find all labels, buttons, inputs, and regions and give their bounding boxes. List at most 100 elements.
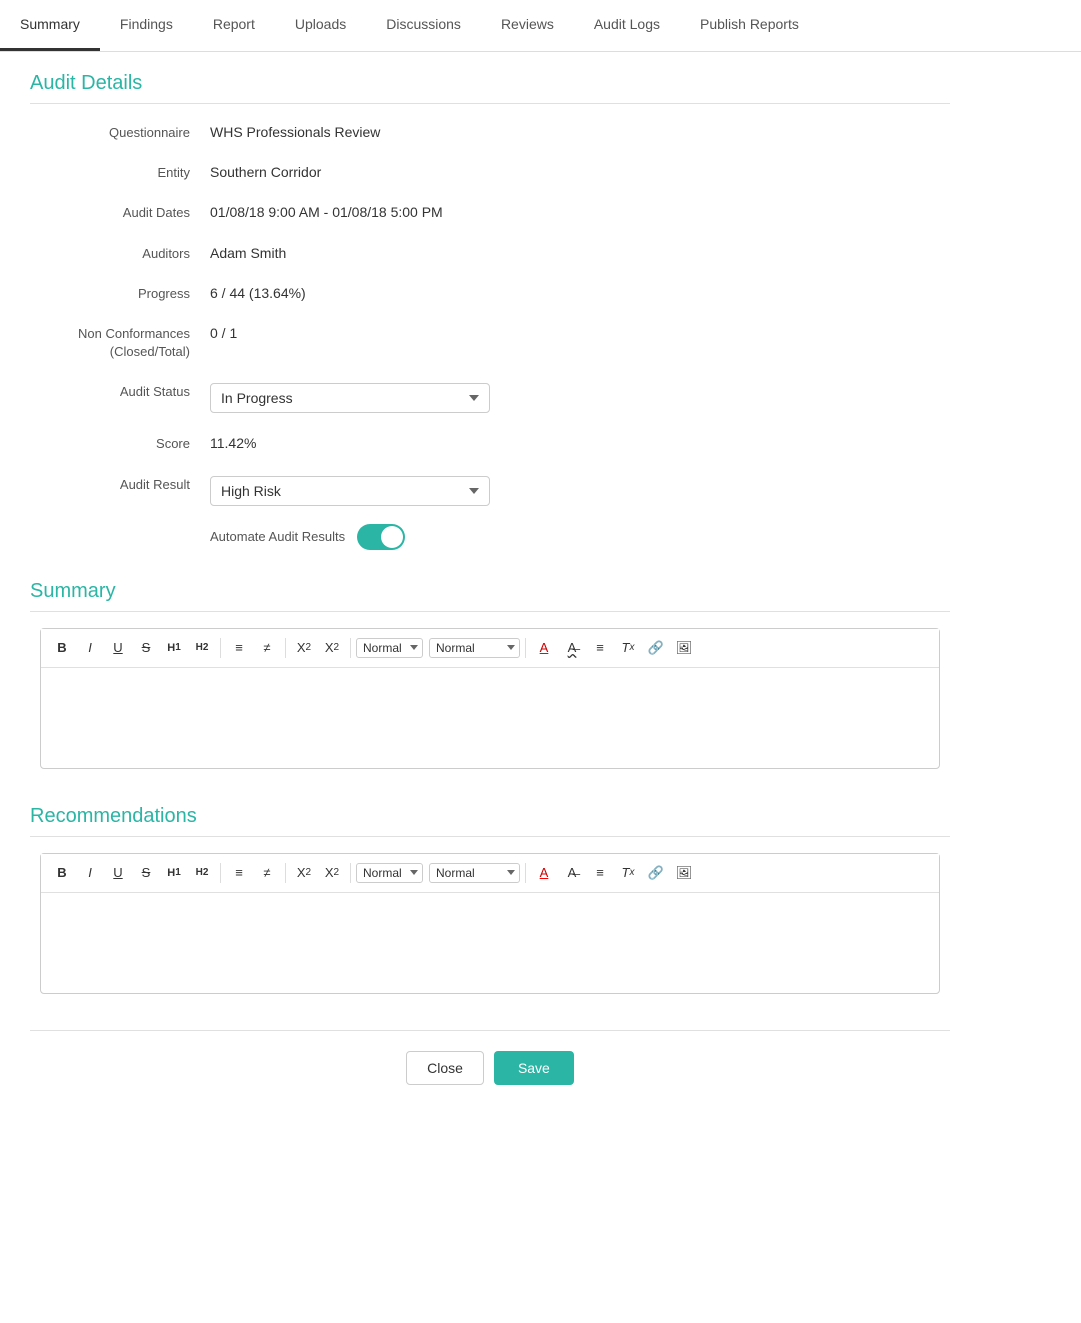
align-button[interactable]: ≡ (587, 635, 613, 661)
font-family-select[interactable]: Normal Serif Monospace (429, 638, 520, 658)
strikethrough-button[interactable]: S (133, 635, 159, 661)
sep1 (220, 638, 221, 658)
recommendations-section: Recommendations B I U S H1 H2 ≡ ≠ X2 X2 … (30, 805, 950, 994)
rec-strikethrough-button[interactable]: S (133, 860, 159, 886)
underline-button[interactable]: U (105, 635, 131, 661)
field-auditors: Auditors Adam Smith (30, 241, 950, 263)
field-audit-status: Audit Status In Progress Completed Pendi… (30, 379, 950, 413)
field-non-conformances: Non Conformances(Closed/Total) 0 / 1 (30, 321, 950, 361)
field-audit-dates: Audit Dates 01/08/18 9:00 AM - 01/08/18 … (30, 200, 950, 222)
ordered-list-button[interactable]: ≡ (226, 635, 252, 661)
clear-format-button[interactable]: Tx (615, 635, 641, 661)
rec-font-size-select[interactable]: Normal Small Large (356, 863, 423, 883)
sep3 (350, 638, 351, 658)
rec-clear-format-button[interactable]: Tx (615, 860, 641, 886)
summary-editor: B I U S H1 H2 ≡ ≠ X2 X2 Normal Small Lar… (40, 628, 940, 769)
footer: Close Save (30, 1030, 950, 1105)
field-entity: Entity Southern Corridor (30, 160, 950, 182)
italic-button[interactable]: I (77, 635, 103, 661)
field-questionnaire: Questionnaire WHS Professionals Review (30, 120, 950, 142)
recommendations-title: Recommendations (30, 805, 950, 837)
rec-italic-button[interactable]: I (77, 860, 103, 886)
value-entity: Southern Corridor (210, 160, 950, 180)
font-size-select[interactable]: Normal Small Large (356, 638, 423, 658)
label-progress: Progress (30, 281, 210, 303)
rec-font-color-button[interactable]: A (531, 860, 557, 886)
audit-result-select[interactable]: High Risk Medium Risk Low Risk (210, 476, 490, 506)
rec-underline-button[interactable]: U (105, 860, 131, 886)
sep4 (525, 638, 526, 658)
subscript-button[interactable]: X2 (291, 635, 317, 661)
summary-editor-body[interactable] (41, 668, 939, 768)
close-button[interactable]: Close (406, 1051, 484, 1085)
automate-label: Automate Audit Results (210, 529, 345, 544)
field-audit-result: Audit Result High Risk Medium Risk Low R… (30, 472, 950, 506)
rec-sep1 (220, 863, 221, 883)
value-progress: 6 / 44 (13.64%) (210, 281, 950, 301)
rec-sep2 (285, 863, 286, 883)
rec-ordered-list-button[interactable]: ≡ (226, 860, 252, 886)
rec-align-button[interactable]: ≡ (587, 860, 613, 886)
rec-unordered-list-button[interactable]: ≠ (254, 860, 280, 886)
automate-audit-results-row: Automate Audit Results (30, 524, 950, 550)
rec-h1-button[interactable]: H1 (161, 860, 187, 886)
image-button[interactable]: 🖼 (671, 635, 697, 661)
automate-toggle[interactable] (357, 524, 405, 550)
label-non-conformances: Non Conformances(Closed/Total) (30, 321, 210, 361)
value-audit-result[interactable]: High Risk Medium Risk Low Risk (210, 472, 950, 506)
tab-findings[interactable]: Findings (100, 0, 193, 51)
summary-title: Summary (30, 580, 950, 612)
label-audit-result: Audit Result (30, 472, 210, 494)
rec-image-button[interactable]: 🖼 (671, 860, 697, 886)
rec-sep4 (525, 863, 526, 883)
tab-report[interactable]: Report (193, 0, 275, 51)
tab-reviews[interactable]: Reviews (481, 0, 574, 51)
field-score: Score 11.42% (30, 431, 950, 453)
superscript-button[interactable]: X2 (319, 635, 345, 661)
main-content: Audit Details Questionnaire WHS Professi… (0, 52, 980, 1145)
rec-link-button[interactable]: 🔗 (643, 860, 669, 886)
unordered-list-button[interactable]: ≠ (254, 635, 280, 661)
rec-subscript-button[interactable]: X2 (291, 860, 317, 886)
label-audit-status: Audit Status (30, 379, 210, 401)
value-audit-status[interactable]: In Progress Completed Pending (210, 379, 950, 413)
field-progress: Progress 6 / 44 (13.64%) (30, 281, 950, 303)
tab-bar: Summary Findings Report Uploads Discussi… (0, 0, 1081, 52)
recommendations-editor: B I U S H1 H2 ≡ ≠ X2 X2 Normal Small Lar… (40, 853, 940, 994)
save-button[interactable]: Save (494, 1051, 574, 1085)
label-score: Score (30, 431, 210, 453)
summary-section: Summary B I U S H1 H2 ≡ ≠ X2 X2 Normal S… (30, 580, 950, 769)
rec-sep3 (350, 863, 351, 883)
highlight-button[interactable]: A̶ (559, 635, 585, 661)
label-auditors: Auditors (30, 241, 210, 263)
value-non-conformances: 0 / 1 (210, 321, 950, 341)
summary-toolbar: B I U S H1 H2 ≡ ≠ X2 X2 Normal Small Lar… (41, 629, 939, 668)
audit-details-title: Audit Details (30, 72, 950, 104)
recommendations-toolbar: B I U S H1 H2 ≡ ≠ X2 X2 Normal Small Lar… (41, 854, 939, 893)
bold-button[interactable]: B (49, 635, 75, 661)
rec-bold-button[interactable]: B (49, 860, 75, 886)
value-score: 11.42% (210, 431, 950, 451)
value-auditors: Adam Smith (210, 241, 950, 261)
font-color-button[interactable]: A (531, 635, 557, 661)
link-button[interactable]: 🔗 (643, 635, 669, 661)
rec-font-family-select[interactable]: Normal Serif Monospace (429, 863, 520, 883)
rec-h2-button[interactable]: H2 (189, 860, 215, 886)
value-questionnaire: WHS Professionals Review (210, 120, 950, 140)
audit-details-section: Audit Details Questionnaire WHS Professi… (30, 72, 950, 550)
audit-status-select[interactable]: In Progress Completed Pending (210, 383, 490, 413)
tab-summary[interactable]: Summary (0, 0, 100, 51)
tab-discussions[interactable]: Discussions (366, 0, 481, 51)
label-entity: Entity (30, 160, 210, 182)
sep2 (285, 638, 286, 658)
label-questionnaire: Questionnaire (30, 120, 210, 142)
tab-publish-reports[interactable]: Publish Reports (680, 0, 819, 51)
tab-uploads[interactable]: Uploads (275, 0, 366, 51)
rec-highlight-button[interactable]: A̶ (559, 860, 585, 886)
h1-button[interactable]: H1 (161, 635, 187, 661)
value-audit-dates: 01/08/18 9:00 AM - 01/08/18 5:00 PM (210, 200, 950, 220)
tab-audit-logs[interactable]: Audit Logs (574, 0, 680, 51)
h2-button[interactable]: H2 (189, 635, 215, 661)
rec-superscript-button[interactable]: X2 (319, 860, 345, 886)
recommendations-editor-body[interactable] (41, 893, 939, 993)
